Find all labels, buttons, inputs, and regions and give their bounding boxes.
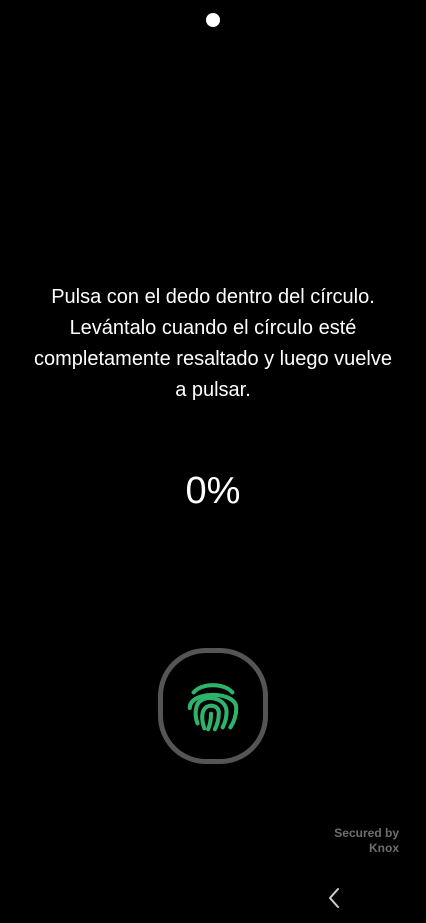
instruction-text: Pulsa con el dedo dentro del círculo. Le… (34, 286, 392, 401)
knox-line-1: Secured by (334, 826, 399, 840)
chevron-left-icon (329, 888, 339, 908)
fingerprint-sensor-area[interactable] (158, 648, 268, 764)
secured-by-knox-label: Secured by Knox (334, 826, 399, 856)
camera-cutout (206, 13, 220, 27)
back-button[interactable] (320, 882, 348, 914)
progress-percentage: 0% (185, 470, 241, 512)
fingerprint-icon (187, 683, 239, 732)
knox-line-2: Knox (369, 841, 399, 855)
